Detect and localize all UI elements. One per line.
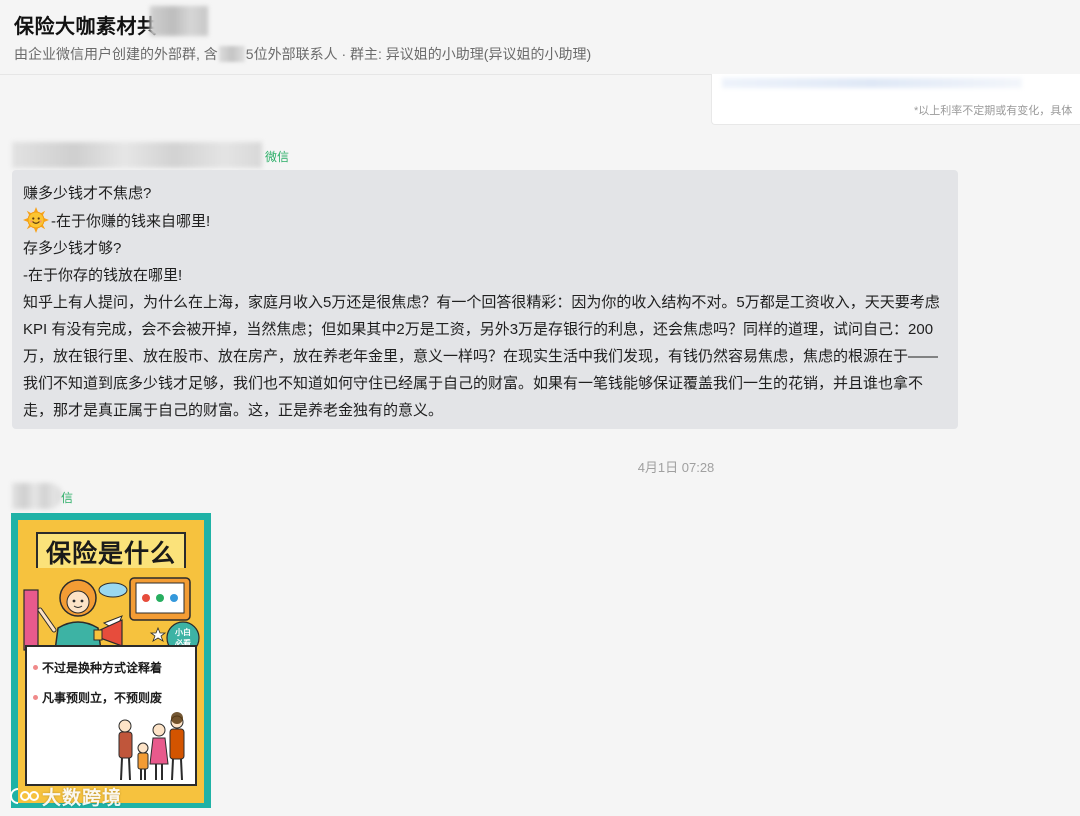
poster-frame: 保险是什么 小白 必看 不过是换种方式诠释着 凡事预则立，不预则废 <box>18 520 204 803</box>
poster-title: 保险是什么 <box>45 540 176 568</box>
message-line: 赚多少钱才不焦虑? <box>23 185 152 202</box>
bullet-dot-icon <box>33 665 38 670</box>
message-line-text: -在于你赚的钱来自哪里! <box>51 213 211 230</box>
previous-message-card[interactable]: *以上利率不定期或有变化，具体 <box>711 74 1080 125</box>
sender-platform-tag: 微信 <box>265 150 290 164</box>
watermark-text: 大数跨境 <box>42 788 123 809</box>
redacted-sender-name-blur <box>12 483 62 509</box>
message-line: -在于你存的钱放在哪里! <box>23 267 183 284</box>
poster-bullet-text: 凡事预则立，不预则废 <box>42 691 163 705</box>
group-title[interactable]: 保险大咖素材共 <box>14 10 158 39</box>
poster-text-panel: 不过是换种方式诠释着 凡事预则立，不预则废 <box>25 645 197 786</box>
group-subtitle: 由企业微信用户创建的外部群, 含 5位外部联系人 · 群主: 异议姐的小助理(异议… <box>14 44 591 64</box>
message-timestamp: 4月1日 07:28 <box>637 460 715 475</box>
bullet-dot-icon <box>33 695 38 700</box>
chat-header: 保险大咖素材共 由企业微信用户创建的外部群, 含 5位外部联系人 · 群主: 异议… <box>0 0 1080 75</box>
watermark-logo-icon <box>10 786 40 812</box>
poster-bullet-text: 不过是换种方式诠释着 <box>42 661 163 675</box>
card-footnote: *以上利率不定期或有变化，具体 <box>914 105 1073 117</box>
redacted-title-blur <box>150 6 208 36</box>
family-illustration-icon <box>118 712 185 781</box>
message-sender: 微信 <box>12 142 312 168</box>
poster-bullet: 不过是换种方式诠释着 <box>33 659 162 676</box>
badge-text: 小白 <box>174 627 191 637</box>
message-bubble[interactable]: 赚多少钱才不焦虑? -在于你赚的钱来自哪里! 存多少钱才够? -在于你存的钱放在… <box>12 170 958 429</box>
redacted-count-blur <box>218 46 245 62</box>
image-message-poster[interactable]: 保险是什么 小白 必看 不过是换种方式诠释着 凡事预则立，不预则废 <box>11 513 211 808</box>
message-line: -在于你赚的钱来自哪里! <box>23 207 946 235</box>
redacted-sender-name-blur <box>12 142 262 168</box>
poster-title-box: 保险是什么 <box>36 532 186 572</box>
message-line: 存多少钱才够? <box>23 240 122 257</box>
watermark: 大数跨境 <box>10 783 122 812</box>
subtitle-text-part2: 5位外部联系人 · 群主: 异议姐的小助理(异议姐的小助理) <box>245 46 592 62</box>
subtitle-text-part1: 由企业微信用户创建的外部群, 含 <box>14 46 218 62</box>
card-content-blur <box>722 78 1022 88</box>
poster-bullet: 凡事预则立，不预则废 <box>33 689 162 706</box>
message-paragraph: 知乎上有人提问，为什么在上海，家庭月收入5万还是很焦虑？有一个回答很精彩：因为你… <box>23 294 940 419</box>
sun-emoji-icon <box>23 207 49 233</box>
message-sender: 信 <box>12 483 92 509</box>
sender-platform-tag: 信 <box>61 491 74 505</box>
